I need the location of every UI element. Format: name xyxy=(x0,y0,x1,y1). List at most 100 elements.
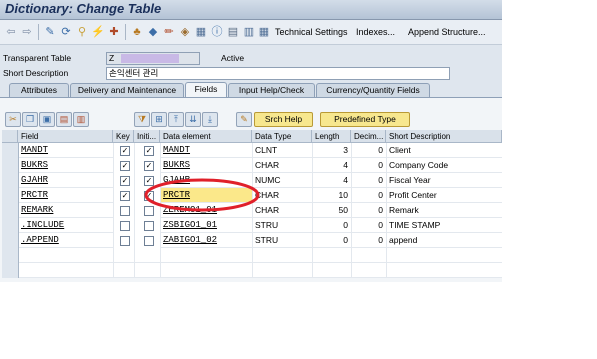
row-selector-column[interactable] xyxy=(2,143,19,278)
activate-icon[interactable]: ⚡ xyxy=(91,24,105,39)
cell-short-description[interactable]: Client xyxy=(386,143,502,158)
cell-decimals[interactable]: 0 xyxy=(351,218,386,233)
col-header-data-type[interactable]: Data Type xyxy=(252,130,312,143)
initial-values-checkbox[interactable] xyxy=(144,236,154,246)
where-used-icon[interactable]: ◆ xyxy=(146,24,160,39)
empty-row[interactable] xyxy=(18,263,502,278)
indexes-button[interactable]: Indexes... xyxy=(356,24,395,39)
hierarchy-icon[interactable]: ♣ xyxy=(130,24,144,39)
col-header-decimals[interactable]: Decim... xyxy=(351,130,386,143)
check-icon[interactable]: ⚲ xyxy=(75,24,89,39)
tab-currency-quantity[interactable]: Currency/Quantity Fields xyxy=(316,83,430,97)
cell-decimals[interactable]: 0 xyxy=(351,158,386,173)
key-checkbox[interactable]: ✓ xyxy=(120,191,130,201)
initial-values-checkbox[interactable] xyxy=(144,206,154,216)
last-page-icon[interactable]: ⤓ xyxy=(202,112,218,127)
col-header-short-description[interactable]: Short Description xyxy=(386,130,502,143)
short-description-input[interactable]: 손익센터 관리 xyxy=(106,67,450,80)
cut-icon[interactable]: ✂ xyxy=(5,112,21,127)
cell-field[interactable]: GJAHR xyxy=(18,173,113,188)
cell-data-type[interactable]: STRU xyxy=(252,233,312,248)
cell-field[interactable]: BUKRS xyxy=(18,158,113,173)
tab-fields[interactable]: Fields xyxy=(185,82,227,98)
col-header-length[interactable]: Length xyxy=(312,130,351,143)
first-page-icon[interactable]: ⤒ xyxy=(168,112,184,127)
select-all-header[interactable] xyxy=(2,130,18,143)
copy-icon[interactable]: ❐ xyxy=(22,112,38,127)
key-checkbox[interactable] xyxy=(120,236,130,246)
cell-length[interactable]: 0 xyxy=(312,218,351,233)
table-icon[interactable]: ▦ xyxy=(257,24,271,39)
tab-delivery-maintenance[interactable]: Delivery and Maintenance xyxy=(70,83,184,97)
cell-data-type[interactable]: CHAR xyxy=(252,188,312,203)
append-structure-button[interactable]: Append Structure... xyxy=(408,24,486,39)
cell-field[interactable]: .APPEND xyxy=(18,233,113,248)
col-header-data-element[interactable]: Data element xyxy=(160,130,252,143)
display-change-icon[interactable]: ✎ xyxy=(43,24,57,39)
cell-short-description[interactable]: TIME STAMP xyxy=(386,218,502,233)
initial-values-checkbox[interactable]: ✓ xyxy=(144,191,154,201)
cell-data-element[interactable]: GJAHR xyxy=(160,173,252,188)
cell-data-type[interactable]: STRU xyxy=(252,218,312,233)
cell-field[interactable]: REMARK xyxy=(18,203,113,218)
contents-icon[interactable]: ▥ xyxy=(242,24,256,39)
cell-length[interactable]: 4 xyxy=(312,158,351,173)
cell-short-description[interactable]: append xyxy=(386,233,502,248)
srch-help-button[interactable]: Srch Help xyxy=(254,112,313,127)
detail-icon[interactable]: ⊞ xyxy=(151,112,167,127)
page-down-icon[interactable]: ⇊ xyxy=(185,112,201,127)
cell-data-type[interactable]: CHAR xyxy=(252,203,312,218)
initial-values-checkbox[interactable]: ✓ xyxy=(144,176,154,186)
cell-data-element[interactable]: ZABIGO1_02 xyxy=(160,233,252,248)
cell-length[interactable]: 3 xyxy=(312,143,351,158)
cell-short-description[interactable]: Fiscal Year xyxy=(386,173,502,188)
key-checkbox[interactable]: ✓ xyxy=(120,146,130,156)
cell-data-type[interactable]: CHAR xyxy=(252,158,312,173)
cell-short-description[interactable]: Profit Center xyxy=(386,188,502,203)
cell-decimals[interactable]: 0 xyxy=(351,203,386,218)
cell-data-element[interactable]: ZEREMO1_01 xyxy=(160,203,252,218)
cell-data-element[interactable]: MANDT xyxy=(160,143,252,158)
cell-data-element[interactable]: BUKRS xyxy=(160,158,252,173)
cell-decimals[interactable]: 0 xyxy=(351,173,386,188)
key-checkbox[interactable] xyxy=(120,221,130,231)
col-header-key[interactable]: Key xyxy=(113,130,134,143)
other-object-icon[interactable]: ⟳ xyxy=(59,24,73,39)
col-header-field[interactable]: Field xyxy=(18,130,113,143)
cell-length[interactable]: 4 xyxy=(312,173,351,188)
initial-values-checkbox[interactable]: ✓ xyxy=(144,161,154,171)
tab-input-help-check[interactable]: Input Help/Check xyxy=(228,83,315,97)
insert-row-icon[interactable]: ▤ xyxy=(56,112,72,127)
table-name-field[interactable]: Z xyxy=(106,52,200,65)
delete-row-icon[interactable]: ▥ xyxy=(73,112,89,127)
info-icon[interactable]: ⓘ xyxy=(210,24,224,39)
initial-values-checkbox[interactable] xyxy=(144,221,154,231)
cell-decimals[interactable]: 0 xyxy=(351,143,386,158)
empty-row[interactable] xyxy=(18,248,502,263)
cell-length[interactable]: 10 xyxy=(312,188,351,203)
cell-decimals[interactable]: 0 xyxy=(351,233,386,248)
edit-pen-icon[interactable]: ✏ xyxy=(162,24,176,39)
cell-field[interactable]: PRCTR xyxy=(18,188,113,203)
tab-attributes[interactable]: Attributes xyxy=(9,83,69,97)
cell-length[interactable]: 0 xyxy=(312,233,351,248)
paste-icon[interactable]: ▣ xyxy=(39,112,55,127)
cell-data-element[interactable]: PRCTR xyxy=(160,188,252,203)
cell-data-type[interactable]: CLNT xyxy=(252,143,312,158)
object-list-icon[interactable]: ◈ xyxy=(178,24,192,39)
cell-field[interactable]: .INCLUDE xyxy=(18,218,113,233)
cell-data-type[interactable]: NUMC xyxy=(252,173,312,188)
search-help-icon[interactable]: ✎ xyxy=(236,112,252,127)
tree-icon[interactable]: ▦ xyxy=(194,24,208,39)
col-header-initial[interactable]: Initi... xyxy=(134,130,160,143)
predefined-type-button[interactable]: Predefined Type xyxy=(320,112,410,127)
cell-short-description[interactable]: Remark xyxy=(386,203,502,218)
cell-short-description[interactable]: Company Code xyxy=(386,158,502,173)
initial-values-checkbox[interactable]: ✓ xyxy=(144,146,154,156)
filter-icon[interactable]: ⧩ xyxy=(134,112,150,127)
cell-decimals[interactable]: 0 xyxy=(351,188,386,203)
test-icon[interactable]: ✚ xyxy=(107,24,121,39)
back-icon[interactable]: ⇦ xyxy=(4,24,18,39)
cell-data-element[interactable]: ZSBIGO1_01 xyxy=(160,218,252,233)
key-checkbox[interactable] xyxy=(120,206,130,216)
